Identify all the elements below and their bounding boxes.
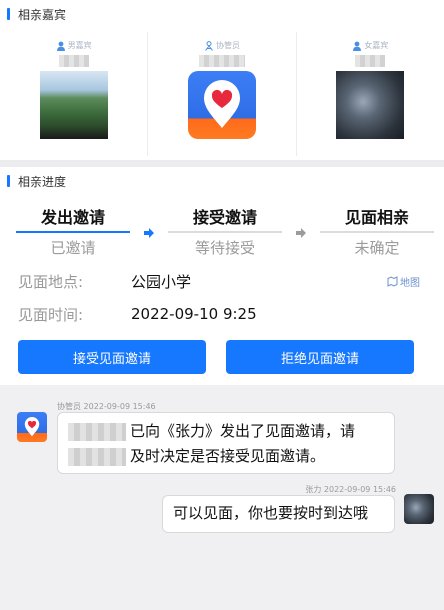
- message-sender: 张力: [305, 485, 322, 494]
- progress-steps: 发出邀请 已邀请 接受邀请 等待接受 见面相亲 未确定: [0, 207, 444, 258]
- step-status: 已邀请: [50, 239, 96, 257]
- message-time: 2022-09-09 15:46: [323, 485, 396, 494]
- message-time: 2022-09-09 15:46: [83, 402, 156, 411]
- guest-role-tag: 协管员: [204, 40, 240, 51]
- guests-section-header: 相亲嘉宾: [0, 0, 444, 28]
- guest-name-blurred: [198, 55, 245, 67]
- meeting-time-row: 见面时间: 2022-09-10 9:25: [18, 303, 428, 325]
- coordinator-icon: [205, 40, 213, 51]
- step-accept-invite: 接受邀请 等待接受: [168, 207, 282, 258]
- step-indicator: [320, 231, 434, 233]
- guest-name-blurred: [58, 55, 89, 67]
- message-line: 已向《张力》发出了见面邀请，请: [68, 419, 384, 444]
- message-sender: 协管员: [57, 402, 81, 411]
- meeting-location-row: 见面地点: 公园小学 地图: [18, 270, 428, 292]
- step-indicator: [168, 231, 282, 233]
- chat-area: 协管员 2022-09-09 15:46 已向《张力》发出了见面邀请，请 及时决…: [0, 385, 444, 610]
- step-status: 未确定: [354, 239, 400, 257]
- section-accent-bar: [7, 175, 10, 187]
- guests-section-title: 相亲嘉宾: [18, 7, 67, 22]
- message-meta: 张力 2022-09-09 15:46: [305, 484, 396, 495]
- guest-name-blurred: [355, 55, 386, 67]
- message-text: 可以见面，你也要按时到达哦: [173, 504, 369, 522]
- section-divider: [0, 160, 444, 167]
- message-meta: 协管员 2022-09-09 15:46: [57, 401, 156, 412]
- map-link-label: 地图: [400, 278, 420, 289]
- location-label: 见面地点:: [18, 272, 84, 291]
- arrow-right-icon: [296, 228, 306, 238]
- message-text: 已向《张力》发出了见面邀请，请: [130, 422, 356, 440]
- guest-role-label: 协管员: [215, 41, 240, 50]
- guests-section: 相亲嘉宾 男嘉宾 协管员 女嘉宾: [0, 0, 444, 160]
- male-user-icon: [56, 41, 65, 51]
- heart-pin-icon: [203, 80, 240, 128]
- user-avatar[interactable]: [404, 494, 434, 524]
- message-line: 及时决定是否接受见面邀请。: [68, 444, 384, 469]
- guest-role-tag: 女嘉宾: [352, 40, 388, 51]
- map-link[interactable]: 地图: [387, 274, 420, 289]
- coordinator-avatar[interactable]: [17, 412, 47, 442]
- message-bubble-incoming[interactable]: 已向《张力》发出了见面邀请，请 及时决定是否接受见面邀请。: [57, 412, 395, 474]
- redacted-text: [68, 447, 126, 466]
- progress-section-title: 相亲进度: [18, 174, 67, 189]
- map-icon: [387, 276, 398, 287]
- step-status: 等待接受: [194, 239, 255, 257]
- reject-invite-button[interactable]: 拒绝见面邀请: [226, 340, 414, 374]
- guest-role-label: 女嘉宾: [364, 41, 389, 50]
- guest-coordinator[interactable]: 协管员: [148, 32, 297, 156]
- guest-role-tag: 男嘉宾: [56, 40, 92, 51]
- guest-male[interactable]: 男嘉宾: [0, 32, 149, 156]
- redacted-text: [68, 422, 126, 441]
- location-value: 公园小学: [131, 272, 192, 291]
- step-name: 接受邀请: [192, 208, 257, 227]
- step-name: 见面相亲: [344, 208, 409, 227]
- time-value: 2022-09-10 9:25: [131, 305, 257, 323]
- progress-section: 相亲进度 发出邀请 已邀请 接受邀请 等待接受 见面相亲 未确定 见面地点: 公…: [0, 167, 444, 385]
- guest-female[interactable]: 女嘉宾: [297, 32, 444, 156]
- coordinator-logo[interactable]: [187, 71, 256, 139]
- time-label: 见面时间:: [18, 305, 84, 324]
- step-invite-sent: 发出邀请 已邀请: [16, 207, 130, 258]
- arrow-right-icon: [144, 228, 154, 238]
- guest-list: 男嘉宾 协管员 女嘉宾: [0, 32, 444, 156]
- progress-section-header: 相亲进度: [0, 167, 444, 195]
- section-accent-bar: [7, 8, 10, 20]
- step-meet: 见面相亲 未确定: [320, 207, 434, 258]
- female-user-icon: [353, 41, 362, 51]
- step-indicator-active: [16, 231, 130, 233]
- guest-role-label: 男嘉宾: [67, 41, 92, 50]
- guest-photo[interactable]: [39, 71, 108, 139]
- guest-photo[interactable]: [336, 71, 405, 139]
- message-bubble-outgoing[interactable]: 可以见面，你也要按时到达哦: [162, 495, 395, 533]
- message-text: 及时决定是否接受见面邀请。: [130, 447, 326, 465]
- accept-invite-button[interactable]: 接受见面邀请: [18, 340, 206, 374]
- step-name: 发出邀请: [40, 208, 105, 227]
- heart-pin-icon: [24, 417, 40, 437]
